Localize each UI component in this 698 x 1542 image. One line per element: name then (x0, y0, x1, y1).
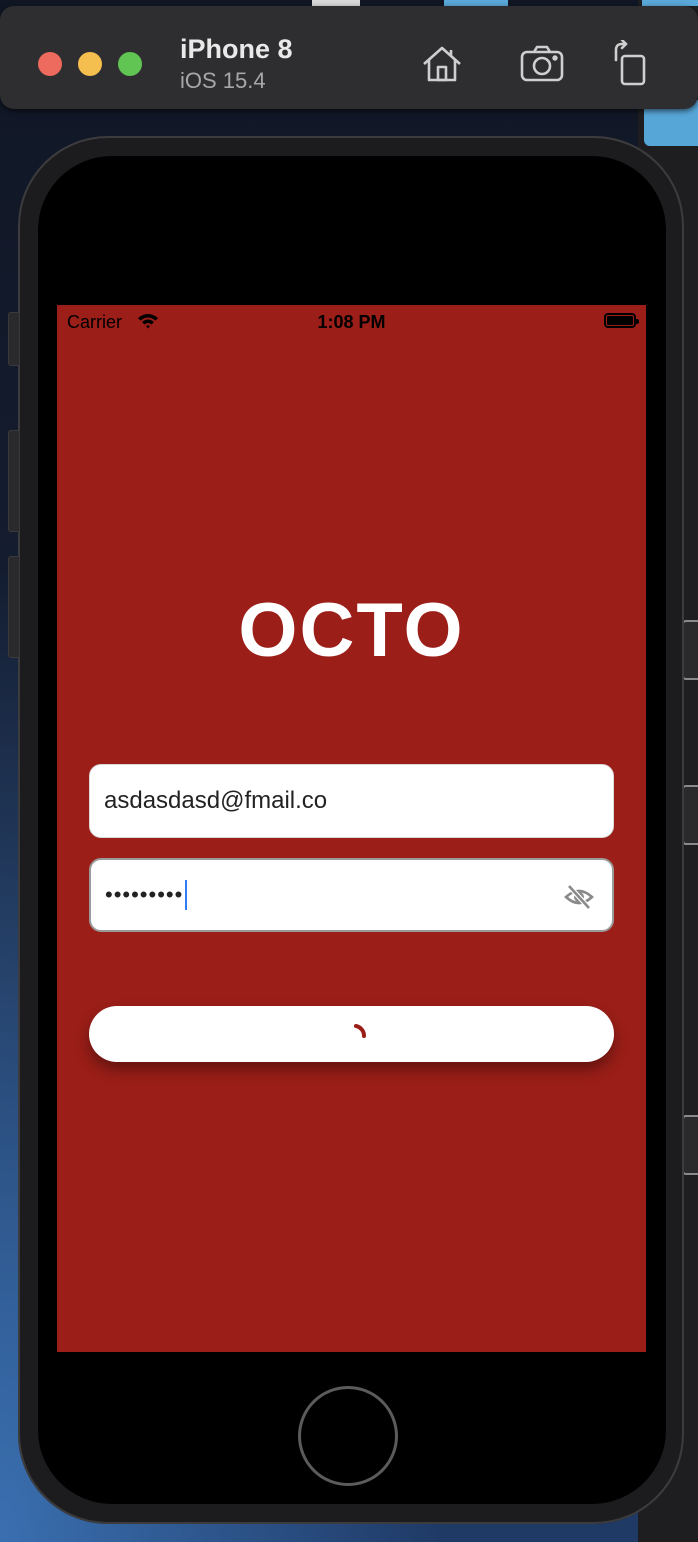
background-window-panel (682, 785, 698, 845)
email-input[interactable] (104, 765, 534, 837)
battery-icon (604, 313, 639, 328)
rotate-icon[interactable] (608, 38, 656, 88)
simulator-titlebar: iPhone 8 iOS 15.4 (0, 6, 698, 109)
background-window-panel (682, 1115, 698, 1175)
password-field[interactable]: ••••••••• (89, 858, 614, 932)
status-bar: Carrier 1:08 PM (57, 305, 646, 339)
zoom-window-button[interactable] (118, 52, 142, 76)
volume-up-button (8, 430, 20, 532)
app-logo: OCTO (57, 587, 646, 674)
eye-off-icon[interactable] (564, 882, 594, 912)
background-window-panel (682, 620, 698, 680)
home-button[interactable] (298, 1386, 398, 1486)
text-caret (185, 880, 188, 910)
ringer-switch (8, 312, 20, 366)
battery-level (607, 316, 633, 325)
os-version: iOS 15.4 (180, 68, 266, 93)
status-time: 1:08 PM (317, 312, 386, 332)
device-name: iPhone 8 (180, 34, 293, 64)
spinner-icon (354, 1024, 366, 1038)
login-button[interactable] (89, 1006, 614, 1062)
close-window-button[interactable] (38, 52, 62, 76)
volume-down-button (8, 556, 20, 658)
home-icon[interactable] (418, 40, 466, 88)
screenshot-icon[interactable] (518, 40, 566, 88)
password-mask: ••••••••• (105, 882, 184, 907)
password-input[interactable]: ••••••••• (105, 860, 188, 930)
app-screen: Carrier 1:08 PM OCTO ••••••••• (57, 305, 646, 1352)
minimize-window-button[interactable] (78, 52, 102, 76)
email-field[interactable] (89, 764, 614, 838)
